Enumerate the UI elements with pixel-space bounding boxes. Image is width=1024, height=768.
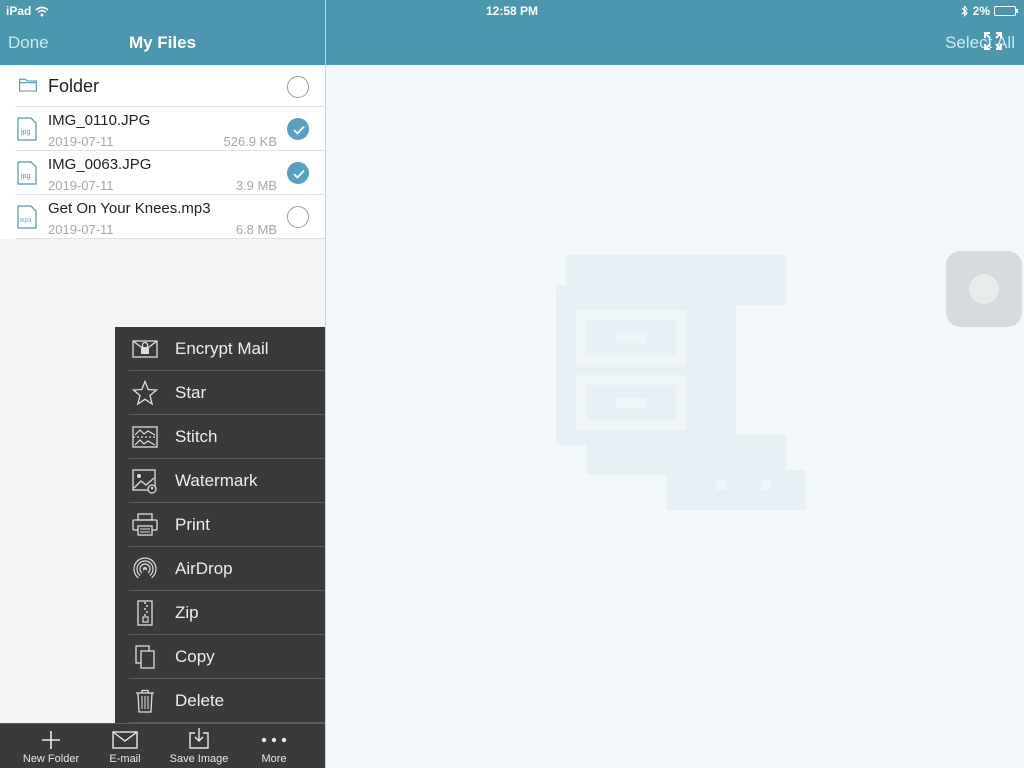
menu-item-label: Encrypt Mail — [175, 339, 269, 358]
status-battery: 2% — [961, 4, 1018, 18]
checkmark-icon — [293, 125, 305, 135]
file-type-label: jpg — [20, 129, 30, 136]
menu-item-delete[interactable]: Delete — [129, 679, 325, 723]
detail-panel — [326, 65, 1024, 768]
select-checkbox[interactable] — [287, 162, 309, 184]
menu-item-star[interactable]: Star — [129, 371, 325, 415]
menu-item-label: Watermark — [175, 471, 258, 490]
email-button[interactable]: E-mail — [85, 724, 165, 768]
airdrop-icon — [133, 557, 157, 581]
toolbar-label: New Folder — [22, 753, 80, 765]
encrypt-mail-icon — [132, 340, 158, 358]
menu-item-watermark[interactable]: Watermark — [129, 459, 325, 503]
menu-item-stitch[interactable]: Stitch — [129, 415, 325, 459]
list-item-folder[interactable]: Folder — [15, 65, 325, 107]
menu-item-airdrop[interactable]: AirDrop — [129, 547, 325, 591]
copy-icon — [135, 645, 155, 669]
menu-item-label: Print — [175, 515, 210, 534]
checkmark-icon — [293, 169, 305, 179]
select-checkbox[interactable] — [287, 118, 309, 140]
battery-percent: 2% — [972, 4, 990, 18]
menu-item-label: Stitch — [175, 427, 218, 446]
select-checkbox[interactable] — [287, 76, 309, 98]
file-date: 2019-07-11 — [48, 134, 114, 149]
more-dots-icon — [261, 737, 287, 743]
save-image-button[interactable]: Save Image — [159, 724, 239, 768]
expand-icon[interactable] — [984, 32, 1002, 50]
file-date: 2019-07-11 — [48, 178, 114, 193]
file-type-label: mp3 — [20, 218, 32, 224]
menu-item-label: Delete — [175, 691, 225, 710]
file-type-label: jpg — [20, 173, 30, 180]
toolbar-label: Save Image — [169, 753, 229, 765]
folder-icon — [19, 78, 37, 92]
jpg-file-icon: jpg — [17, 117, 37, 141]
select-checkbox[interactable] — [287, 206, 309, 228]
file-date: 2019-07-11 — [48, 222, 114, 237]
app-logo-watermark-icon — [556, 255, 806, 510]
new-folder-button[interactable]: New Folder — [11, 724, 91, 768]
list-item-file[interactable]: jpg IMG_0063.JPG 2019-07-11 3.9 MB — [15, 151, 325, 195]
save-image-icon — [189, 728, 209, 749]
file-size: 3.9 MB — [235, 178, 277, 193]
toolbar-label: E-mail — [109, 753, 141, 765]
status-carrier: iPad — [6, 4, 49, 18]
list-item-file[interactable]: jpg IMG_0110.JPG 2019-07-11 526.9 KB — [15, 107, 325, 151]
menu-item-encrypt-mail[interactable]: Encrypt Mail — [129, 327, 325, 371]
zip-icon — [137, 600, 153, 626]
file-size: 526.9 KB — [223, 134, 278, 149]
menu-item-print[interactable]: Print — [129, 503, 325, 547]
battery-icon — [994, 6, 1018, 16]
file-name: Get On Your Knees.mp3 — [48, 200, 211, 217]
menu-item-label: AirDrop — [175, 559, 233, 578]
detail-nav-bar — [326, 0, 1024, 65]
printer-icon — [132, 513, 158, 536]
file-name: Folder — [48, 76, 100, 96]
watermark-icon — [132, 469, 157, 494]
file-name: IMG_0110.JPG — [48, 112, 151, 129]
wifi-icon — [35, 6, 49, 16]
menu-item-copy[interactable]: Copy — [129, 635, 325, 679]
assistive-touch-button[interactable] — [946, 251, 1022, 327]
trash-icon — [136, 689, 154, 713]
stitch-icon — [132, 426, 158, 448]
menu-item-label: Copy — [175, 647, 215, 666]
list-item-file[interactable]: mp3 Get On Your Knees.mp3 2019-07-11 6.8… — [15, 195, 325, 239]
toolbar-label: More — [261, 753, 287, 765]
file-size: 6.8 MB — [235, 222, 277, 237]
menu-item-label: Zip — [175, 603, 199, 622]
jpg-file-icon: jpg — [17, 161, 37, 185]
bottom-toolbar: New Folder E-mail Save Image More — [0, 723, 325, 768]
select-all-button[interactable]: Select All — [945, 33, 1015, 53]
plus-icon — [42, 731, 60, 749]
star-icon — [132, 380, 158, 406]
bluetooth-icon — [961, 5, 968, 17]
status-time: 12:58 PM — [486, 4, 539, 18]
file-name: IMG_0063.JPG — [48, 156, 152, 173]
done-button[interactable]: Done — [8, 33, 49, 53]
more-menu: Encrypt Mail Star Stitch Watermark Print… — [115, 327, 325, 723]
carrier-label: iPad — [6, 4, 32, 18]
file-list: Folder jpg IMG_0110.JPG 2019-07-11 526.9… — [0, 65, 325, 239]
mp3-file-icon: mp3 — [17, 205, 37, 229]
menu-item-zip[interactable]: Zip — [129, 591, 325, 635]
menu-item-label: Star — [175, 383, 207, 402]
more-button[interactable]: More — [234, 724, 314, 768]
envelope-icon — [112, 731, 138, 749]
